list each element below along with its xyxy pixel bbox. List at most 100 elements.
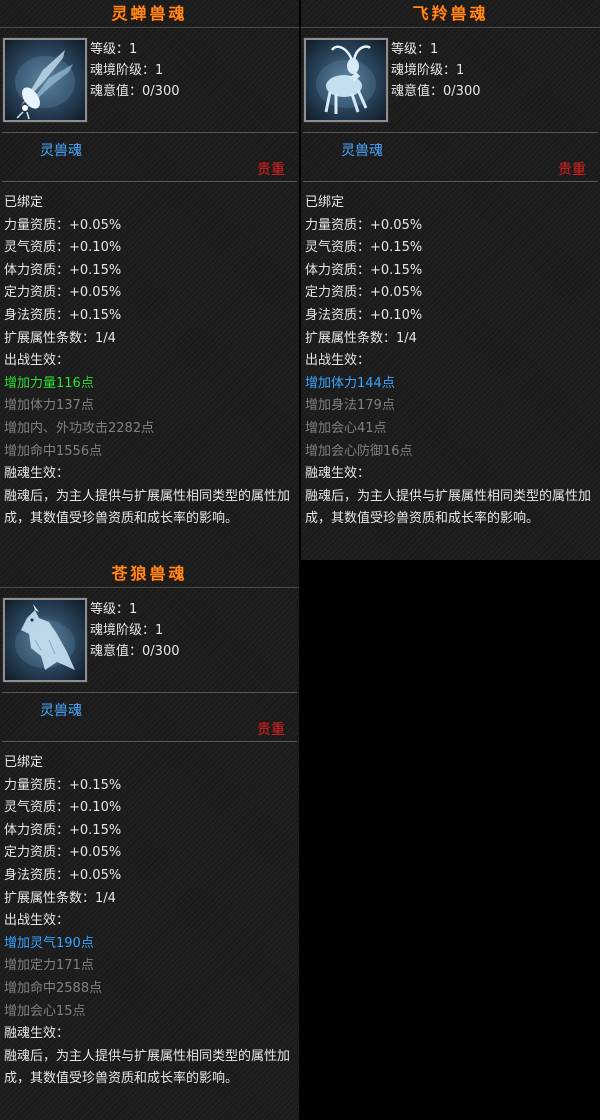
focus-label: 定力资质： <box>4 845 70 861</box>
will-label: 魂意值： <box>391 84 444 99</box>
power-value: +0.05% <box>370 217 423 233</box>
ext-label: 扩展属性条数： <box>4 330 96 346</box>
ext-label: 扩展属性条数： <box>305 330 397 346</box>
ext-row: 扩展属性条数：1/4 <box>305 328 600 351</box>
active-effect: 增加力量116点 <box>4 375 94 391</box>
rarity-badge: 贵重 <box>558 162 586 178</box>
item-title: 灵蝉兽魂 <box>0 0 299 28</box>
power-row: 力量资质：+0.15% <box>4 775 299 798</box>
stamina-row: 体力资质：+0.15% <box>4 260 299 283</box>
agility-value: +0.05% <box>69 867 122 883</box>
item-header: 等级：1 魂境阶级：1 魂意值：0/300 <box>301 28 600 132</box>
inactive-effect: 增加会心防御16点 <box>305 443 413 459</box>
inactive-effect: 增加命中2588点 <box>4 980 103 996</box>
power-label: 力量资质： <box>4 217 70 233</box>
agility-row: 身法资质：+0.15% <box>4 305 299 328</box>
inactive-effect: 增加身法179点 <box>305 398 395 414</box>
active-effect: 增加体力144点 <box>305 375 395 391</box>
spirit-value: +0.10% <box>69 240 122 256</box>
level-value: 1 <box>129 602 138 617</box>
ext-row: 扩展属性条数：1/4 <box>4 888 299 911</box>
focus-row: 定力资质：+0.05% <box>4 842 299 865</box>
level-label: 等级： <box>90 42 130 57</box>
level-value: 1 <box>129 42 138 57</box>
rarity-badge: 贵重 <box>257 722 285 738</box>
spirit-value: +0.10% <box>69 800 122 816</box>
focus-row: 定力资质：+0.05% <box>4 282 299 305</box>
rarity-badge: 贵重 <box>257 162 285 178</box>
inactive-effect: 增加会心15点 <box>4 1003 86 1019</box>
will-label: 魂意值： <box>90 644 143 659</box>
level-label: 等级： <box>90 602 130 617</box>
will-label: 魂意值： <box>90 84 143 99</box>
power-value: +0.05% <box>69 217 122 233</box>
item-stats: 等级：1 魂境阶级：1 魂意值：0/300 <box>90 39 179 102</box>
stage-label: 魂境阶级： <box>391 63 457 78</box>
power-value: +0.15% <box>69 777 122 793</box>
inactive-effect: 增加定力171点 <box>4 958 94 974</box>
spirit-row: 灵气资质：+0.15% <box>305 237 600 260</box>
spirit-label: 灵气资质： <box>4 240 70 256</box>
spirit-row: 灵气资质：+0.10% <box>4 237 299 260</box>
item-header: 等级：1 魂境阶级：1 魂意值：0/300 <box>0 588 299 692</box>
level-value: 1 <box>430 42 439 57</box>
agility-label: 身法资质： <box>305 307 371 323</box>
inactive-effect: 增加内、外功攻击2282点 <box>4 420 155 436</box>
will-value: 0/300 <box>142 84 180 99</box>
inactive-effect: 增加会心41点 <box>305 420 387 436</box>
fusion-description: 融魂后，为主人提供与扩展属性相同类型的属性加成，其数值受珍兽资质和成长率的影响。 <box>305 488 592 527</box>
stamina-value: +0.15% <box>370 262 423 278</box>
stage-value: 1 <box>155 623 164 638</box>
tooltip-card-canglang: 苍狼兽魂 等级：1 魂境阶级：1 魂意值：0/300 灵兽魂 贵重 已绑定 力量… <box>0 560 299 1120</box>
stamina-label: 体力资质： <box>305 262 371 278</box>
stage-label: 魂境阶级： <box>90 63 156 78</box>
item-title: 飞羚兽魂 <box>301 0 600 28</box>
power-label: 力量资质： <box>305 217 371 233</box>
stamina-label: 体力资质： <box>4 822 70 838</box>
type-row: 灵兽魂 贵重 <box>301 133 600 181</box>
will-value: 0/300 <box>443 84 481 99</box>
spirit-value: +0.15% <box>370 240 423 256</box>
agility-value: +0.10% <box>370 307 423 323</box>
ext-value: 1/4 <box>95 330 116 346</box>
ext-row: 扩展属性条数：1/4 <box>4 328 299 351</box>
antelope-icon <box>303 37 389 123</box>
agility-label: 身法资质： <box>4 307 70 323</box>
stamina-row: 体力资质：+0.15% <box>305 260 600 283</box>
will-value: 0/300 <box>142 644 180 659</box>
item-body: 已绑定 力量资质：+0.05% 灵气资质：+0.15% 体力资质：+0.15% … <box>301 182 600 531</box>
stamina-row: 体力资质：+0.15% <box>4 820 299 843</box>
level-label: 等级： <box>391 42 431 57</box>
spirit-row: 灵气资质：+0.10% <box>4 797 299 820</box>
cicada-icon <box>2 37 88 123</box>
focus-row: 定力资质：+0.05% <box>305 282 600 305</box>
bound-status: 已绑定 <box>305 195 345 210</box>
tooltip-card-lingchan: 灵蝉兽魂 等级：1 魂境阶级：1 魂意值：0/300 灵兽魂 贵重 已绑定 力量… <box>0 0 299 560</box>
fusion-effect-heading: 融魂生效： <box>4 466 70 482</box>
item-type: 灵兽魂 <box>40 703 82 719</box>
fusion-description: 融魂后，为主人提供与扩展属性相同类型的属性加成，其数值受珍兽资质和成长率的影响。 <box>4 488 291 527</box>
focus-label: 定力资质： <box>4 285 70 301</box>
agility-value: +0.15% <box>69 307 122 323</box>
inactive-effect: 增加体力137点 <box>4 398 94 414</box>
item-header: 等级：1 魂境阶级：1 魂意值：0/300 <box>0 28 299 132</box>
active-effect: 增加灵气190点 <box>4 935 94 951</box>
agility-row: 身法资质：+0.05% <box>4 865 299 888</box>
bound-status: 已绑定 <box>4 755 44 770</box>
spirit-label: 灵气资质： <box>305 240 371 256</box>
item-stats: 等级：1 魂境阶级：1 魂意值：0/300 <box>391 39 480 102</box>
battle-effect-heading: 出战生效： <box>305 353 371 369</box>
item-type: 灵兽魂 <box>341 143 383 159</box>
power-row: 力量资质：+0.05% <box>305 215 600 238</box>
item-body: 已绑定 力量资质：+0.05% 灵气资质：+0.10% 体力资质：+0.15% … <box>0 182 299 531</box>
stamina-value: +0.15% <box>69 822 122 838</box>
type-row: 灵兽魂 贵重 <box>0 133 299 181</box>
agility-label: 身法资质： <box>4 867 70 883</box>
spirit-label: 灵气资质： <box>4 800 70 816</box>
stage-value: 1 <box>456 63 465 78</box>
stamina-label: 体力资质： <box>4 262 70 278</box>
agility-row: 身法资质：+0.10% <box>305 305 600 328</box>
stage-label: 魂境阶级： <box>90 623 156 638</box>
stamina-value: +0.15% <box>69 262 122 278</box>
focus-label: 定力资质： <box>305 285 371 301</box>
